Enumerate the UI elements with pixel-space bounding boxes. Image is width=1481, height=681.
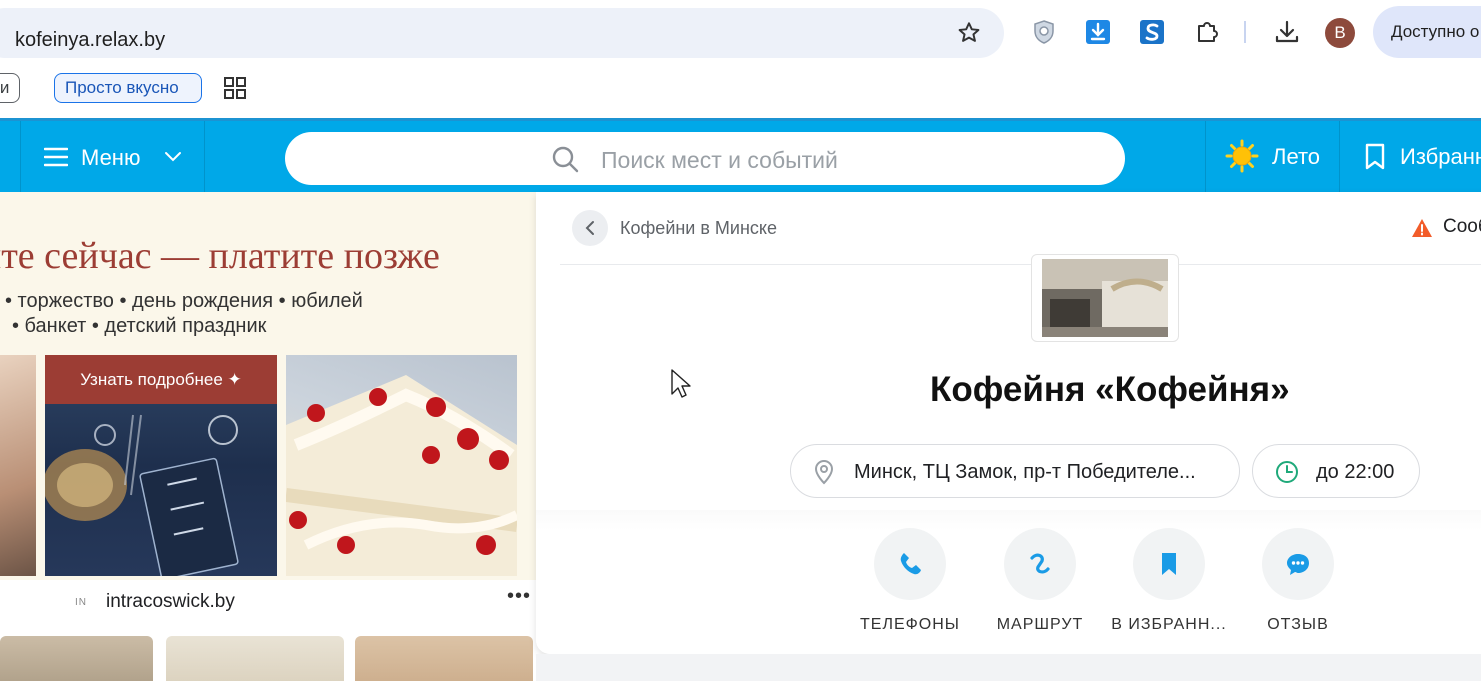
add-favorite-action[interactable]: В ИЗБРАНН...	[1104, 528, 1234, 634]
available-button[interactable]: Доступно о	[1373, 6, 1481, 58]
ad-tile[interactable]	[166, 636, 344, 681]
review-button[interactable]	[1262, 528, 1334, 600]
hours-pill[interactable]: до 22:00	[1252, 444, 1420, 498]
bookmark-chip[interactable]: йни	[0, 73, 21, 103]
ad-title: айте сейчас — платите позже	[0, 235, 440, 277]
header-divider	[20, 121, 21, 192]
place-thumbnail[interactable]	[1031, 254, 1179, 342]
sun-icon	[1225, 139, 1259, 173]
divider	[560, 264, 1481, 265]
cafe-photo	[1042, 259, 1168, 337]
chevron-left-icon	[585, 221, 594, 235]
bookmark-icon	[1162, 553, 1176, 575]
warning-icon	[1412, 219, 1432, 237]
place-card: Кофейни в Минске Сооб Кофейня «Кофейня» …	[536, 192, 1481, 654]
shield-extension-icon[interactable]	[1030, 18, 1058, 46]
ad-banner[interactable]: айте сейчас — платите позже • торжество …	[0, 192, 536, 580]
ad-subtitle-line: • банкет • детский праздник	[12, 315, 267, 337]
breadcrumb[interactable]: Кофейни в Минске	[620, 218, 777, 239]
phones-button[interactable]	[874, 528, 946, 600]
search-input[interactable]: Поиск мест и событий	[285, 132, 1125, 185]
back-button[interactable]	[572, 210, 608, 246]
route-label: МАРШРУТ	[996, 616, 1084, 633]
phones-label: ТЕЛЕФОНЫ	[860, 616, 960, 633]
header-divider	[204, 121, 205, 192]
ad-photo-portrait	[0, 355, 36, 576]
summer-label: Лето	[1272, 144, 1321, 169]
hamburger-icon	[44, 147, 68, 167]
chevron-down-icon	[165, 152, 181, 162]
chat-icon	[1287, 554, 1309, 575]
add-favorite-label: В ИЗБРАНН...	[1111, 616, 1227, 633]
header-divider	[1205, 121, 1206, 192]
learn-more-button[interactable]: Узнать подробнее ✦	[45, 355, 277, 404]
ad-more-options[interactable]: •••	[507, 585, 531, 608]
search-placeholder: Поиск мест и событий	[601, 147, 838, 173]
toolbar-divider	[1244, 21, 1246, 43]
cake-illustration	[286, 375, 517, 576]
report-label: Сооб	[1443, 216, 1481, 237]
apps-grid-icon[interactable]	[224, 77, 246, 99]
url-text[interactable]: kofeinya.relax.by	[15, 29, 165, 52]
menu-label: Меню	[81, 145, 141, 170]
address-text: Минск, ТЦ Замок, пр-т Победителе...	[854, 461, 1196, 483]
favorites-label: Избранн	[1400, 144, 1481, 169]
hours-text: до 22:00	[1316, 461, 1395, 483]
route-icon	[1030, 553, 1050, 574]
mouse-cursor-icon	[671, 369, 691, 398]
download-manager-icon[interactable]	[1084, 18, 1112, 46]
location-pin-icon	[814, 459, 834, 485]
downloads-icon[interactable]	[1273, 18, 1301, 46]
extensions-puzzle-icon[interactable]	[1193, 18, 1221, 46]
advertisement-panel[interactable]: айте сейчас — платите позже • торжество …	[0, 192, 536, 681]
browser-toolbar: kofeinya.relax.by B Доступно о йни Прост…	[0, 0, 1481, 118]
address-pill[interactable]: Минск, ТЦ Замок, пр-т Победителе...	[790, 444, 1240, 498]
ad-photo-cake	[286, 355, 517, 576]
page-background	[536, 654, 1481, 681]
profile-avatar[interactable]: B	[1325, 18, 1355, 48]
header-divider	[1339, 121, 1340, 192]
bookmark-star-icon[interactable]	[956, 20, 982, 46]
bookmark-outline-icon	[1365, 143, 1385, 170]
ad-tile[interactable]	[355, 636, 533, 681]
phone-icon	[900, 553, 921, 575]
phones-action[interactable]: ТЕЛЕФОНЫ	[845, 528, 975, 634]
ad-domain[interactable]: intracoswick.by	[106, 591, 235, 613]
bookmark-chip-prosto-vkusno[interactable]: Просто вкусно	[54, 73, 202, 103]
place-name: Кофейня «Кофейня»	[930, 370, 1290, 409]
add-favorite-button[interactable]	[1133, 528, 1205, 600]
available-button-label: Доступно о	[1391, 22, 1480, 41]
search-icon	[552, 146, 579, 173]
ad-subtitle-line: • торжество • день рождения • юбилей	[5, 290, 363, 312]
clock-icon	[1276, 461, 1298, 483]
review-action[interactable]: ОТЗЫВ	[1233, 528, 1363, 634]
route-button[interactable]	[1004, 528, 1076, 600]
site-header: Меню Поиск мест и событий Лето Избранн	[0, 118, 1481, 192]
review-label: ОТЗЫВ	[1267, 616, 1329, 633]
route-action[interactable]: МАРШРУТ	[975, 528, 1105, 634]
address-bar[interactable]: kofeinya.relax.by	[0, 8, 1004, 58]
ad-domain-logo: IN	[75, 597, 87, 608]
s-extension-icon[interactable]	[1138, 18, 1166, 46]
ad-tile[interactable]	[0, 636, 153, 681]
